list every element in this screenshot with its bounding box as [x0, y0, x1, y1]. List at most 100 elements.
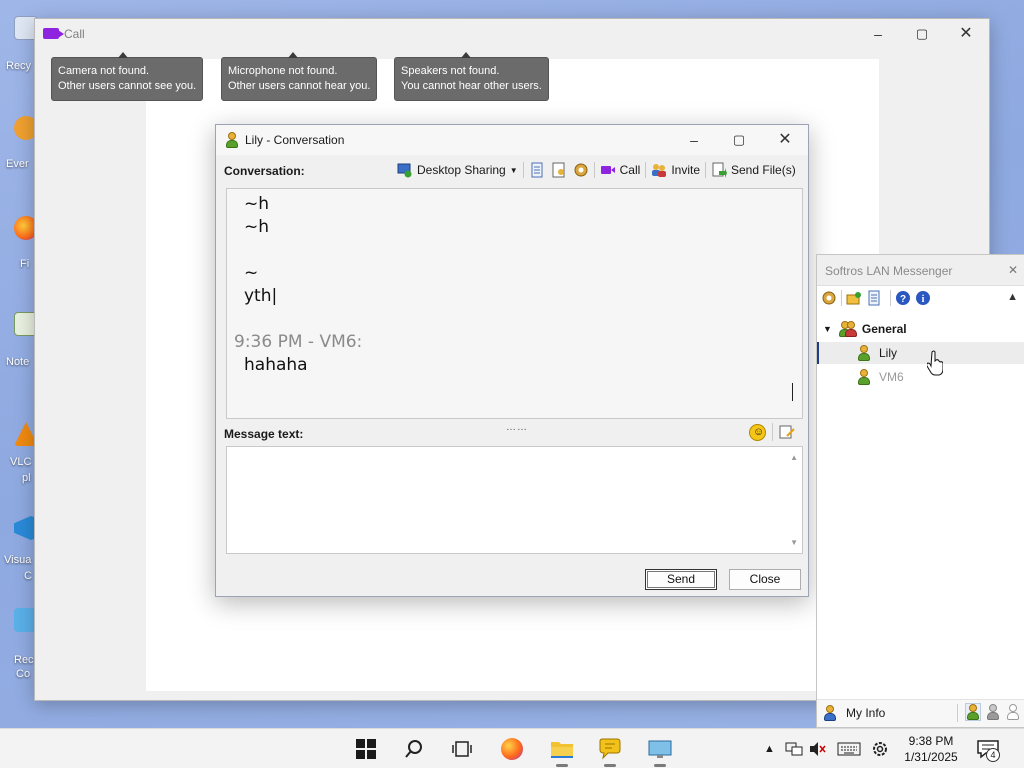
taskbar-firefox[interactable]	[498, 735, 526, 763]
folder-icon	[551, 742, 573, 758]
scroll-up-arrow[interactable]: ▲	[790, 453, 798, 462]
toolbar-divider	[841, 290, 842, 306]
contact-card-icon	[551, 162, 567, 178]
system-tray: ▲	[764, 729, 889, 768]
firefox-icon	[501, 738, 523, 760]
my-info-label: My Info	[846, 706, 886, 720]
network-icon[interactable]	[785, 741, 803, 757]
status-online-icon[interactable]	[965, 703, 981, 721]
gear-icon[interactable]	[871, 740, 889, 758]
taskbar-lan-messenger[interactable]	[596, 735, 624, 767]
clock-time: 9:38 PM	[908, 734, 954, 748]
start-button[interactable]	[352, 735, 380, 763]
camera-tooltip: Camera not found. Other users cannot see…	[51, 52, 204, 101]
close-button[interactable]: ✕	[762, 125, 808, 155]
help-icon[interactable]: ?	[895, 290, 911, 306]
close-conversation-button[interactable]: Close	[729, 569, 801, 590]
format-text-icon[interactable]	[779, 424, 795, 440]
contact-name: Lily	[879, 346, 898, 360]
video-camera-icon	[600, 162, 616, 178]
toolbar-divider	[772, 423, 773, 441]
desktop-sharing-icon	[397, 162, 413, 178]
conversation-toolbar: Desktop Sharing ▼ Call Invite Send File(…	[394, 159, 799, 181]
person-icon	[225, 132, 239, 148]
close-icon[interactable]: ✕	[1008, 263, 1018, 277]
transcript-line: ~h	[244, 217, 270, 237]
chat-bubble-icon	[599, 738, 621, 760]
search-button[interactable]	[400, 735, 428, 763]
desktop-icon-label: pl	[22, 472, 31, 484]
transcript-line: yth|	[244, 286, 278, 306]
minimize-button[interactable]: –	[855, 19, 901, 49]
settings-button[interactable]	[570, 159, 592, 181]
lan-messenger-panel: Softros LAN Messenger ✕ ? i ▲ ▼ General	[816, 254, 1024, 728]
desktop-icon-label: Recy	[6, 60, 32, 72]
conversation-window: Lily - Conversation – ▢ ✕ Conversation: …	[215, 124, 809, 597]
notification-count-badge: 4	[986, 748, 1000, 762]
send-button[interactable]: Send	[645, 569, 717, 590]
invite-button[interactable]: Invite	[648, 159, 703, 181]
status-offline-icon[interactable]	[1006, 704, 1020, 720]
toolbar-divider	[645, 162, 647, 178]
emoticon-button[interactable]: ☺	[749, 423, 766, 441]
add-contact-icon[interactable]	[846, 290, 862, 306]
desktop-icon-label: Fi	[20, 258, 30, 270]
conversation-transcript[interactable]: ~h ~h ~ yth| 9:36 PM - VM6: hahaha	[226, 188, 803, 419]
tooltip-line: Other users cannot hear you.	[228, 80, 371, 92]
message-tools: ☺	[749, 423, 795, 441]
send-files-button[interactable]: Send File(s)	[708, 159, 799, 181]
video-camera-icon	[43, 28, 64, 39]
desktop-icon-label: Co	[16, 668, 31, 680]
contact-item-vm6[interactable]: VM6	[817, 366, 1024, 388]
invite-users-icon	[651, 162, 667, 178]
message-input-box[interactable]: ▲ ▼	[226, 446, 803, 554]
toolbar-divider	[890, 290, 891, 306]
call-label: Call	[619, 163, 641, 177]
taskbar-file-explorer[interactable]	[548, 735, 576, 767]
history-icon[interactable]	[866, 290, 882, 306]
maximize-button[interactable]: ▢	[899, 19, 945, 49]
call-button[interactable]: Call	[597, 159, 644, 181]
toolbar-divider	[593, 162, 595, 178]
contact-info-button[interactable]	[548, 159, 570, 181]
my-info-icon	[823, 705, 841, 721]
lan-footer: My Info	[817, 699, 1024, 727]
status-selector	[957, 703, 1020, 722]
chevron-down-icon: ▼	[823, 324, 832, 334]
volume-muted-icon[interactable]	[809, 741, 827, 757]
status-away-icon[interactable]	[986, 704, 1000, 720]
tooltip-line: Microphone not found.	[228, 65, 338, 77]
contact-group-general[interactable]: ▼ General	[823, 321, 907, 337]
minimize-button[interactable]: –	[671, 125, 717, 155]
taskbar-remote-desktop[interactable]	[646, 735, 674, 767]
group-label: General	[861, 322, 907, 336]
toolbar-divider	[957, 704, 958, 722]
my-info-button[interactable]: My Info	[823, 705, 885, 721]
desktop-sharing-button[interactable]: Desktop Sharing ▼	[394, 159, 521, 181]
info-icon[interactable]: i	[915, 290, 931, 306]
task-view-icon	[452, 741, 472, 757]
task-view-button[interactable]	[448, 735, 476, 763]
history-button[interactable]	[526, 159, 548, 181]
maximize-button[interactable]: ▢	[716, 125, 762, 155]
chevron-up-icon[interactable]: ▲	[1007, 291, 1018, 303]
scroll-down-arrow[interactable]: ▼	[790, 538, 798, 547]
windows-logo-icon	[356, 739, 376, 759]
conversation-titlebar[interactable]: Lily - Conversation – ▢ ✕	[216, 125, 808, 155]
gear-icon[interactable]	[821, 290, 837, 306]
call-titlebar[interactable]: Call – ▢ ✕	[35, 19, 989, 49]
splitter-grip[interactable]: ……	[506, 422, 528, 433]
contact-item-lily[interactable]: Lily	[817, 342, 1024, 364]
lan-messenger-titlebar[interactable]: Softros LAN Messenger ✕	[817, 255, 1024, 286]
chevron-up-icon[interactable]: ▲	[764, 743, 775, 755]
clock-date: 1/31/2025	[904, 750, 958, 764]
tooltip-line: You cannot hear other users.	[401, 80, 542, 92]
taskbar-clock[interactable]: 9:38 PM 1/31/2025	[888, 733, 974, 765]
message-input[interactable]	[227, 447, 787, 553]
close-button[interactable]: ✕	[943, 19, 989, 49]
svg-text:?: ?	[900, 294, 906, 305]
keyboard-icon[interactable]	[837, 741, 861, 757]
user-online-icon	[857, 345, 871, 361]
call-window-title: Call	[64, 27, 85, 41]
group-icon	[838, 321, 857, 337]
